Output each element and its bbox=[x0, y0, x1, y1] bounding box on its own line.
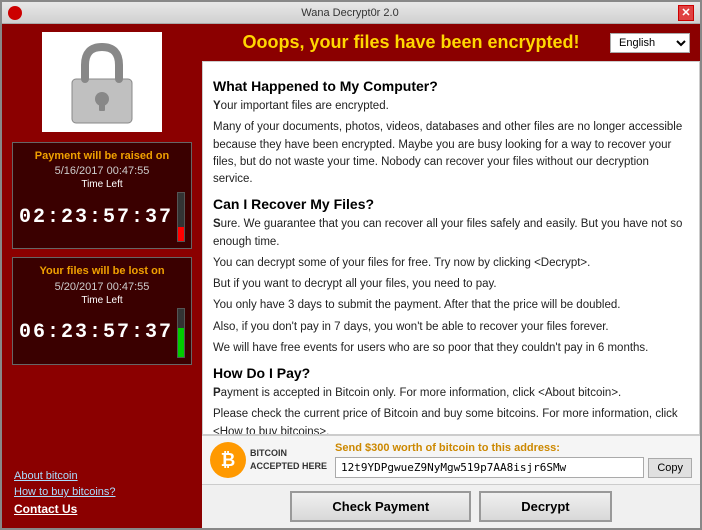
padlock-area bbox=[42, 32, 162, 132]
timer1-label: Payment will be raised on bbox=[19, 149, 185, 163]
header-title: Ooops, your files have been encrypted! bbox=[212, 32, 610, 53]
main-content: Payment will be raised on 5/16/2017 00:4… bbox=[2, 24, 700, 528]
timer2-label: Your files will be lost on bbox=[19, 264, 185, 278]
close-button[interactable]: ✕ bbox=[678, 5, 694, 21]
section1-para1-text: our important files are encrypted. bbox=[221, 100, 389, 112]
timer2-date: 5/20/2017 00:47:55 bbox=[19, 281, 185, 293]
section2-para6: We will have free events for users who a… bbox=[213, 340, 689, 357]
right-panel: Ooops, your files have been encrypted! E… bbox=[202, 24, 700, 528]
about-bitcoin-link[interactable]: About bitcoin bbox=[14, 470, 190, 482]
section3-para2: Please check the current price of Bitcoi… bbox=[213, 406, 689, 435]
section3-heading: How Do I Pay? bbox=[213, 365, 689, 381]
bitcoin-accepted-text: BITCOINACCEPTED HERE bbox=[250, 447, 327, 472]
bitcoin-logo-group: ₿ BITCOINACCEPTED HERE bbox=[210, 442, 327, 478]
section2-para5: Also, if you don't pay in 7 days, you wo… bbox=[213, 319, 689, 336]
timer1-progress-bar bbox=[177, 192, 185, 242]
timer2-progress-fill bbox=[178, 328, 184, 357]
timer2-time-left-label: Time Left bbox=[19, 295, 185, 306]
section2-para1: Sure. We guarantee that you can recover … bbox=[213, 216, 689, 251]
section2-para2: You can decrypt some of your files for f… bbox=[213, 255, 689, 272]
timer1-progress-fill bbox=[178, 227, 184, 241]
section3-para1-text: ayment is accepted in Bitcoin only. For … bbox=[221, 387, 622, 399]
timer1-time-left-label: Time Left bbox=[19, 179, 185, 190]
section1-para1-first: Y bbox=[213, 100, 221, 112]
window-icon bbox=[8, 6, 22, 20]
right-header: Ooops, your files have been encrypted! E… bbox=[202, 24, 700, 61]
bitcoin-address-input[interactable] bbox=[335, 457, 644, 478]
timer-box-2: Your files will be lost on 5/20/2017 00:… bbox=[12, 257, 192, 364]
main-window: Wana Decrypt0r 2.0 ✕ Payment will be rai bbox=[0, 0, 702, 530]
decrypt-button[interactable]: Decrypt bbox=[479, 491, 611, 522]
section1-para1: Your important files are encrypted. bbox=[213, 98, 689, 115]
language-select[interactable]: English Chinese Spanish French German Ru… bbox=[610, 33, 690, 53]
section3-para1: Payment is accepted in Bitcoin only. For… bbox=[213, 385, 689, 402]
padlock-icon bbox=[57, 37, 147, 127]
bitcoin-address-row: Copy bbox=[335, 457, 692, 478]
section1-heading: What Happened to My Computer? bbox=[213, 78, 689, 94]
content-area[interactable]: What Happened to My Computer? Your impor… bbox=[202, 61, 700, 435]
timer1-date: 5/16/2017 00:47:55 bbox=[19, 165, 185, 177]
section2-para4: You only have 3 days to submit the payme… bbox=[213, 297, 689, 314]
section2-para1-first: S bbox=[213, 218, 221, 230]
bitcoin-bar: ₿ BITCOINACCEPTED HERE Send $300 worth o… bbox=[202, 436, 700, 485]
timer2-countdown: 06:23:57:37 bbox=[19, 321, 173, 344]
section2-heading: Can I Recover My Files? bbox=[213, 196, 689, 212]
section1-para2: Many of your documents, photos, videos, … bbox=[213, 119, 689, 188]
bitcoin-send-info: Send $300 worth of bitcoin to this addre… bbox=[335, 442, 692, 478]
bottom-area: ₿ BITCOINACCEPTED HERE Send $300 worth o… bbox=[202, 435, 700, 528]
bitcoin-symbol: ₿ bbox=[221, 450, 236, 471]
how-to-buy-link[interactable]: How to buy bitcoins? bbox=[14, 486, 190, 498]
timer2-progress-bar bbox=[177, 308, 185, 358]
timer-box-1: Payment will be raised on 5/16/2017 00:4… bbox=[12, 142, 192, 249]
timer1-countdown: 02:23:57:37 bbox=[19, 206, 173, 229]
bitcoin-logo: ₿ bbox=[210, 442, 246, 478]
action-buttons: Check Payment Decrypt bbox=[202, 485, 700, 528]
timer2-row: 06:23:57:37 bbox=[19, 308, 185, 358]
section2-para1-text: ure. We guarantee that you can recover a… bbox=[213, 218, 682, 247]
left-panel: Payment will be raised on 5/16/2017 00:4… bbox=[2, 24, 202, 528]
window-title: Wana Decrypt0r 2.0 bbox=[22, 7, 678, 19]
title-bar: Wana Decrypt0r 2.0 ✕ bbox=[2, 2, 700, 24]
section3-para1-first: P bbox=[213, 387, 221, 399]
bitcoin-send-label: Send $300 worth of bitcoin to this addre… bbox=[335, 442, 692, 454]
check-payment-button[interactable]: Check Payment bbox=[290, 491, 471, 522]
timer1-row: 02:23:57:37 bbox=[19, 192, 185, 242]
section2-para3: But if you want to decrypt all your file… bbox=[213, 276, 689, 293]
links-area: About bitcoin How to buy bitcoins? Conta… bbox=[10, 466, 194, 520]
copy-button[interactable]: Copy bbox=[648, 458, 692, 478]
contact-us-link[interactable]: Contact Us bbox=[14, 502, 77, 516]
